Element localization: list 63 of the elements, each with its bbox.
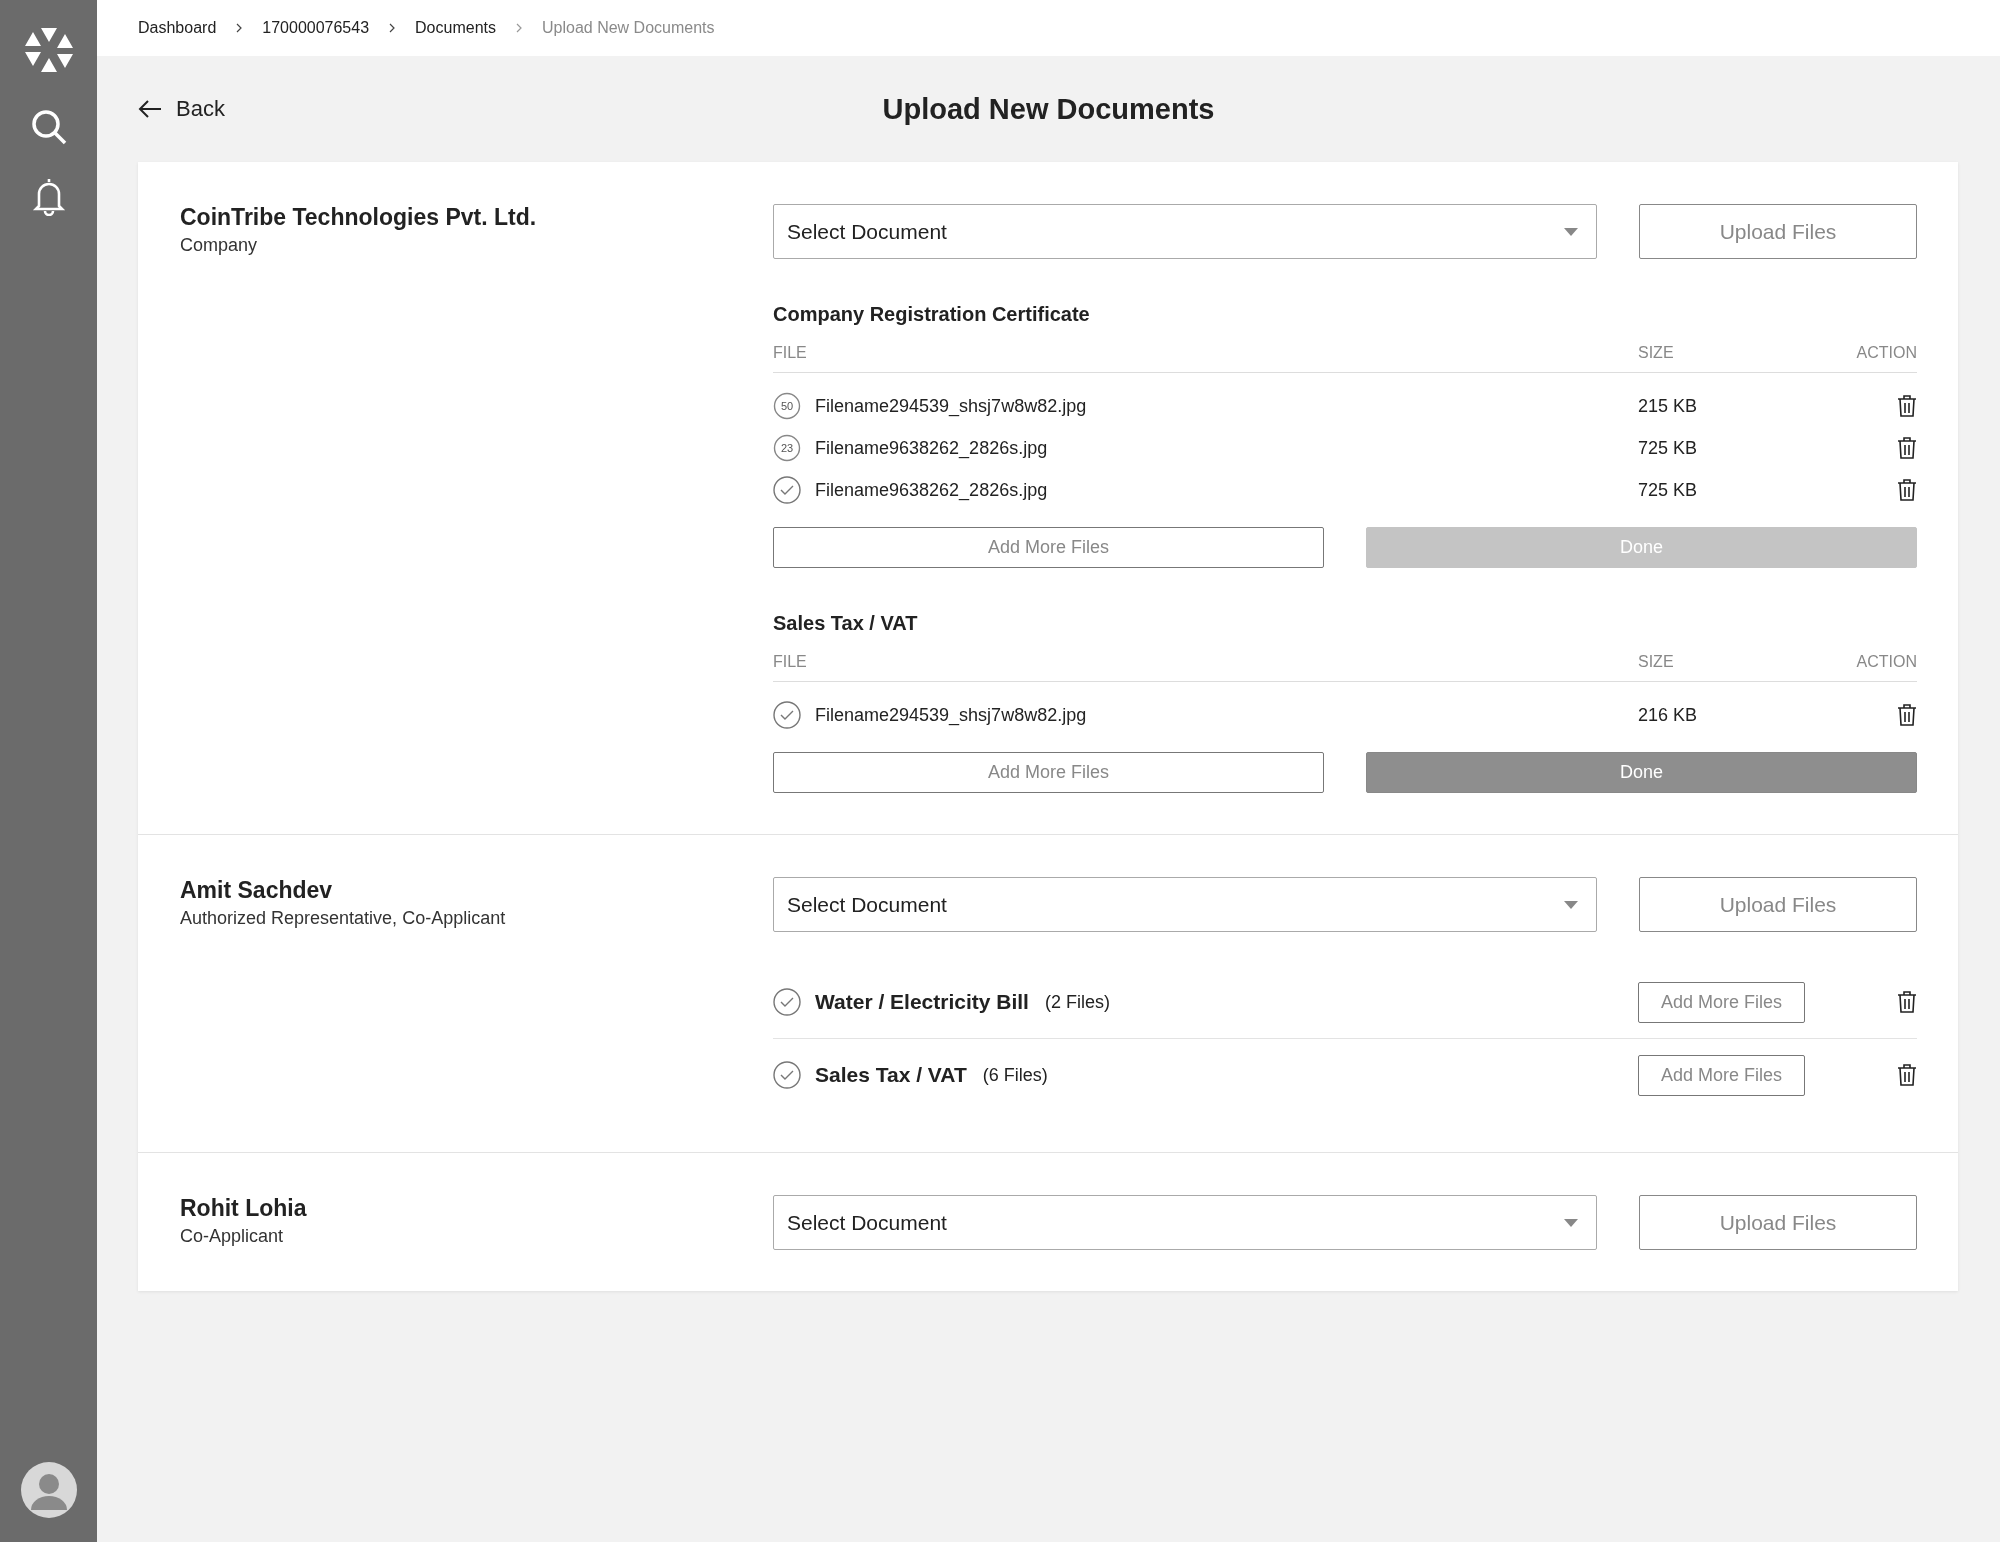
add-more-files-button[interactable]: Add More Files [1638,1054,1805,1096]
column-header: SIZE [1638,343,1675,363]
file-size: 216 KB [1638,704,1699,726]
document-dropdown[interactable]: Select Document [773,1195,1597,1250]
done-button[interactable]: Done [1366,752,1917,793]
arrow-left-icon [138,99,162,119]
search-icon[interactable] [29,108,68,146]
upload-progress-badge: 23 [773,434,801,462]
file-size: 215 KB [1638,395,1699,417]
document-title: Sales Tax / VAT [815,1063,967,1087]
document-title: Water / Electricity Bill [815,990,1029,1014]
trash-icon[interactable] [1897,394,1917,418]
applicant-name: Rohit Lohia [180,1195,308,1222]
trash-icon[interactable] [1897,436,1917,460]
applicant-role: Company [180,235,259,256]
column-header: FILE [773,652,808,672]
add-more-files-button[interactable]: Add More Files [773,752,1324,793]
caret-down-icon [1564,227,1578,236]
applicant-role: Co-Applicant [180,1226,285,1247]
page-title: Upload New Documents [882,92,1215,125]
file-size: 725 KB [1638,479,1699,501]
add-more-files-button[interactable]: Add More Files [1638,981,1805,1023]
trash-icon[interactable] [1897,1063,1917,1087]
document-group-title: Company Registration Certificate [773,303,1091,326]
caret-down-icon [1564,1218,1578,1227]
upload-files-button[interactable]: Upload Files [1639,877,1917,932]
upload-files-button[interactable]: Upload Files [1639,204,1917,259]
trash-icon[interactable] [1897,990,1917,1014]
file-size: 725 KB [1638,437,1699,459]
applicant-name: Amit Sachdev [180,877,334,904]
back-link[interactable]: Back [138,96,225,122]
document-dropdown[interactable]: Select Document [773,877,1597,932]
bell-icon[interactable] [31,176,66,216]
check-circle-icon [773,988,801,1016]
column-header: ACTION [1856,652,1917,672]
file-name: Filename294539_shsj7w8w82.jpg [815,395,1087,417]
breadcrumb-link[interactable]: 170000076543 [262,19,370,37]
upload-files-button[interactable]: Upload Files [1639,1195,1917,1250]
column-header: SIZE [1638,652,1675,672]
avatar-icon[interactable] [20,1462,77,1518]
breadcrumb-link[interactable]: Dashboard [138,19,217,37]
document-group-title: Sales Tax / VAT [773,612,919,635]
file-name: Filename294539_shsj7w8w82.jpg [815,704,1087,726]
trash-icon[interactable] [1897,703,1917,727]
add-more-files-button[interactable]: Add More Files [773,527,1324,568]
file-name: Filename9638262_2826s.jpg [815,437,1048,459]
file-count: (2 Files) [1044,991,1110,1013]
check-circle-icon [773,701,801,729]
column-header: ACTION [1856,343,1917,363]
check-circle-icon [773,1061,801,1089]
applicant-name: CoinTribe Technologies Pvt. Ltd. [180,204,538,231]
check-circle-icon [773,476,801,504]
document-dropdown[interactable]: Select Document [773,204,1597,259]
applicant-role: Authorized Representative, Co-Applicant [180,908,507,929]
breadcrumb-link[interactable]: Documents [415,19,496,37]
upload-progress-badge: 50 [773,392,801,420]
file-name: Filename9638262_2826s.jpg [815,479,1048,501]
file-count: (6 Files) [982,1064,1048,1086]
caret-down-icon [1564,900,1578,909]
column-header: FILE [773,343,808,363]
trash-icon[interactable] [1897,478,1917,502]
chevron-right-icon [514,23,524,33]
breadcrumb-link[interactable]: Upload New Documents [542,19,715,37]
